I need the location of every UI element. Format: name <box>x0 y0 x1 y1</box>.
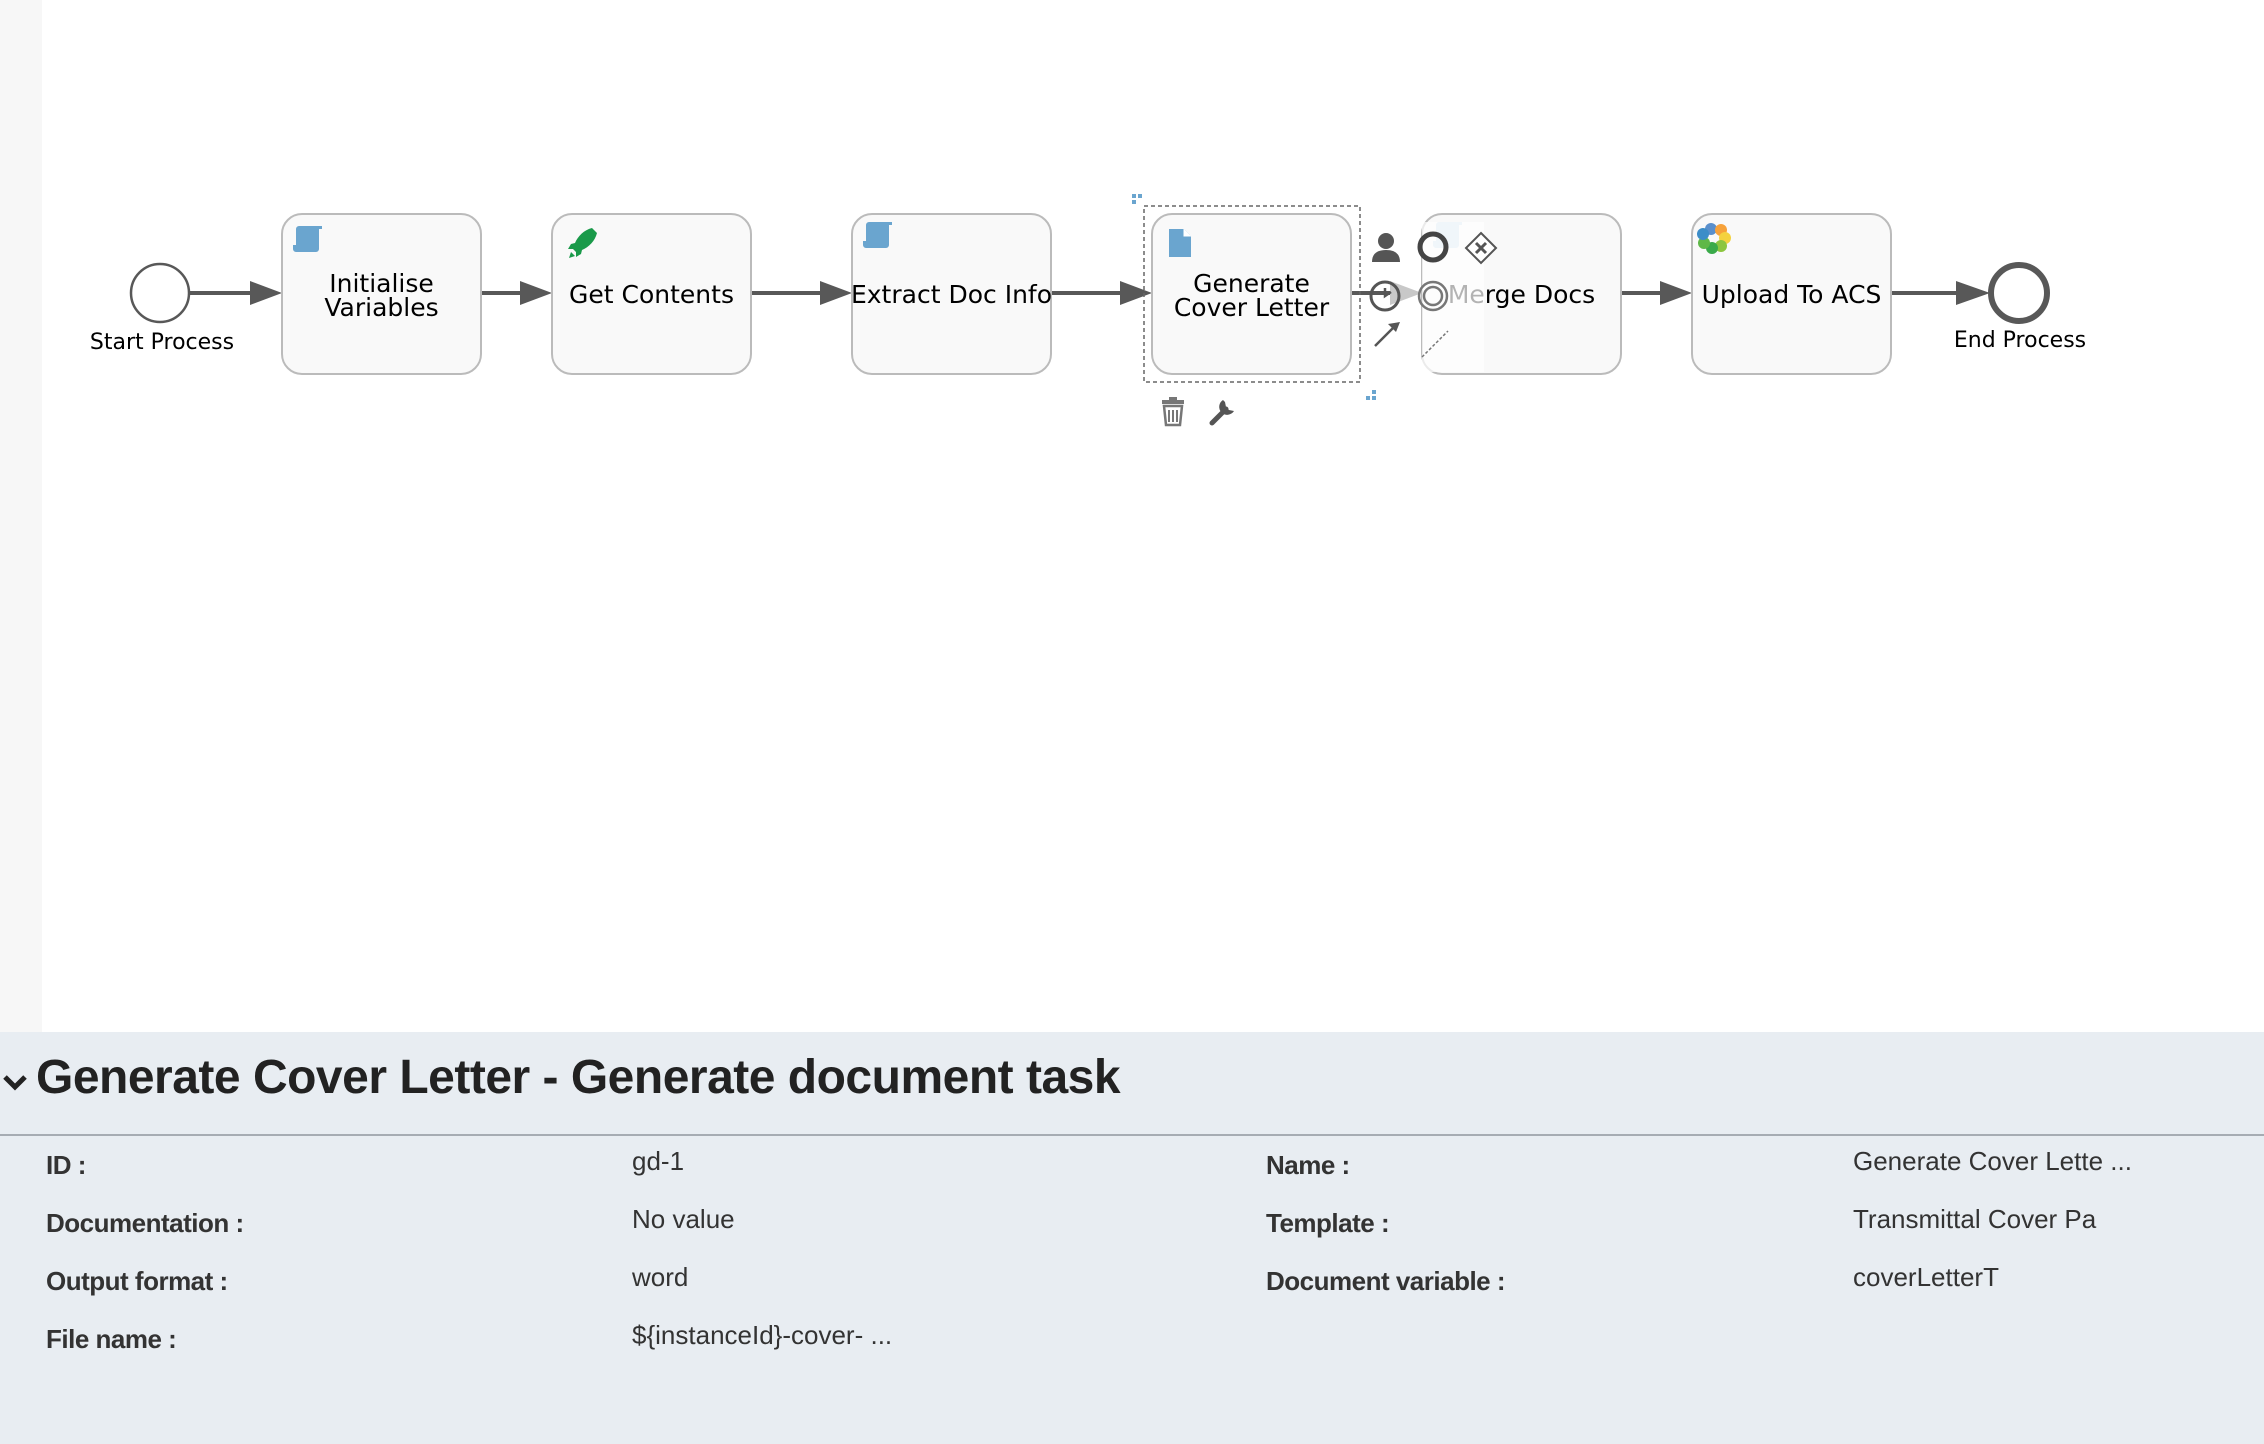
end-event-label: End Process <box>1954 328 2086 353</box>
resize-handle-top-left[interactable] <box>1132 194 1142 204</box>
prop-label-template: Template : <box>1266 1208 1390 1238</box>
document-icon <box>1169 229 1191 257</box>
flow-upload-to-end[interactable] <box>1892 281 1990 305</box>
task-label-line: Upload To ACS <box>1702 280 1882 309</box>
start-event-label: Start Process <box>90 330 234 355</box>
properties-panel-header[interactable]: Generate Cover Letter - Generate documen… <box>0 1032 2264 1136</box>
prop-value-documentation[interactable]: No value <box>632 1204 735 1235</box>
prop-label-documentation: Documentation : <box>46 1208 244 1238</box>
user-task-icon[interactable] <box>1372 233 1400 262</box>
prop-value-template[interactable]: Transmittal Cover Pa <box>1853 1204 2096 1235</box>
delete-icon[interactable] <box>1162 397 1184 427</box>
flow-extract-to-generate[interactable] <box>1051 281 1152 305</box>
task-label-line: Extract Doc Info <box>851 280 1052 309</box>
wrench-icon[interactable] <box>1209 400 1234 426</box>
flow-generate-to-merge[interactable] <box>1352 281 1422 305</box>
prop-value-id[interactable]: gd-1 <box>632 1146 684 1177</box>
prop-value-file-name[interactable]: ${instanceId}-cover- ... <box>632 1320 892 1351</box>
prop-label-name: Name : <box>1266 1150 1350 1180</box>
start-event[interactable]: Start Process <box>90 262 234 355</box>
task-initialise-variables[interactable]: Initialise Variables <box>281 213 482 375</box>
flow-start-to-initialise[interactable] <box>189 281 282 305</box>
task-label-line: Get Contents <box>569 280 734 309</box>
prop-label-id: ID : <box>46 1150 86 1180</box>
task-extract-doc-info[interactable]: Extract Doc Info <box>851 213 1052 375</box>
task-generate-cover-letter[interactable]: Generate Cover Letter <box>1151 213 1352 375</box>
prop-label-document-variable: Document variable : <box>1266 1266 1506 1296</box>
panel-title: Generate Cover Letter - Generate documen… <box>36 1051 1121 1104</box>
prop-value-output-format[interactable]: word <box>632 1262 688 1293</box>
prop-label-output-format: Output format : <box>46 1266 228 1296</box>
end-event[interactable]: End Process <box>1954 262 2086 353</box>
flow-merge-to-upload[interactable] <box>1622 281 1692 305</box>
chevron-down-icon[interactable] <box>2 1072 28 1094</box>
properties-panel: Generate Cover Letter - Generate documen… <box>0 1032 2264 1444</box>
task-label-line: Variables <box>324 293 438 322</box>
task-upload-to-acs[interactable]: Upload To ACS <box>1691 213 1892 375</box>
task-get-contents[interactable]: Get Contents <box>551 213 752 375</box>
task-label-line: Cover Letter <box>1174 293 1330 322</box>
sequence-flow-icon[interactable] <box>1374 322 1400 347</box>
resize-handle-bottom-right[interactable] <box>1366 390 1376 400</box>
prop-value-name[interactable]: Generate Cover Lette ... <box>1853 1146 2132 1177</box>
flow-initialise-to-get-contents[interactable] <box>481 281 552 305</box>
script-icon <box>293 226 322 252</box>
flow-get-contents-to-extract[interactable] <box>751 281 852 305</box>
task-merge-docs[interactable]: Merge Docs <box>1421 213 1622 375</box>
script-icon <box>863 222 892 248</box>
prop-value-document-variable[interactable]: coverLetterT <box>1853 1262 1999 1293</box>
bpmn-diagram[interactable]: Start Process End Process Initialise Var… <box>0 0 2264 1032</box>
prop-label-file-name: File name : <box>46 1324 177 1354</box>
